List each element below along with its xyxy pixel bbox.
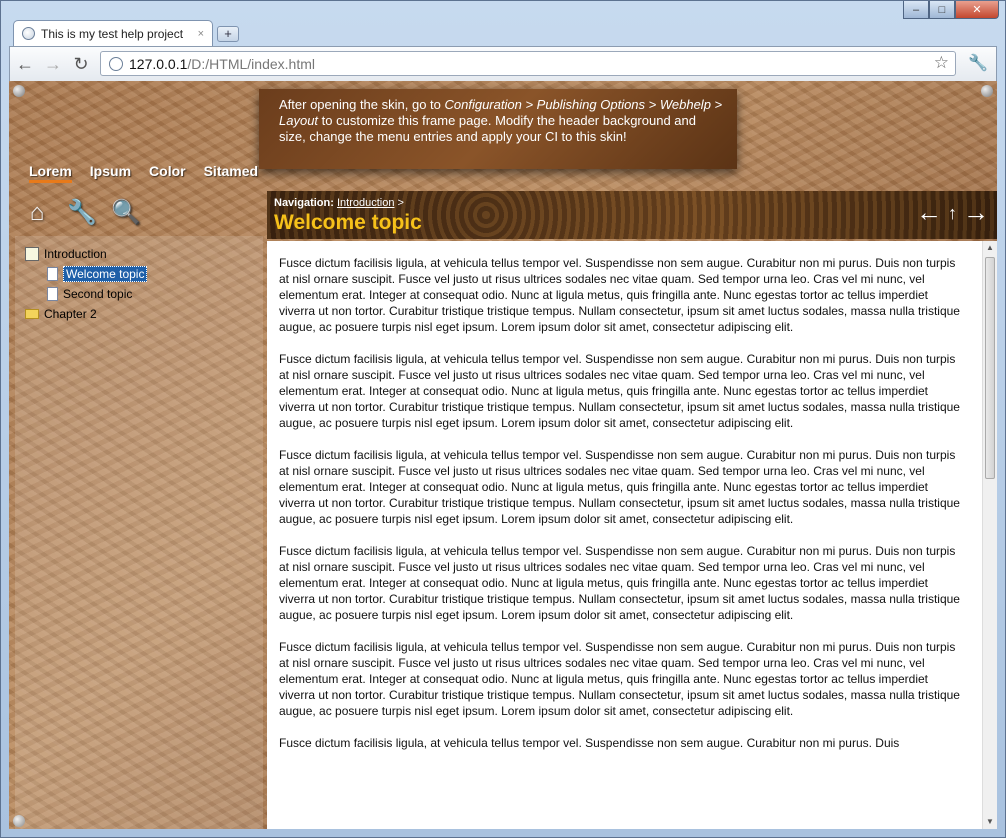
browser-toolbar: ← → ↻ 127.0.0.1/D:/HTML/index.html ☆ 🔧 [9,46,997,82]
menu-item-lorem[interactable]: Lorem [29,163,72,183]
page-icon [47,267,58,281]
breadcrumb-label: Navigation: [274,197,334,209]
tab-title: This is my test help project [41,26,184,41]
paragraph: Fusce dictum facilisis ligula, at vehicu… [279,448,960,526]
toc-item-welcome-topic[interactable]: Welcome topic [25,264,148,284]
next-arrow-icon[interactable]: → [963,199,989,227]
breadcrumb: Navigation: Introduction > [274,197,404,209]
menu-item-sitamed[interactable]: Sitamed [204,163,258,183]
content-scrollbar[interactable]: ▲ ▼ [982,241,997,829]
toc-tree: Introduction Welcome topic Second topic … [25,244,148,324]
page-title: Welcome topic [274,211,422,234]
minimize-button[interactable]: – [903,1,929,19]
page-icon [47,287,58,301]
previous-arrow-icon[interactable]: ← [916,199,942,227]
toc-item-chapter-2[interactable]: Chapter 2 [25,304,147,324]
toc-label: Welcome topic [63,266,148,282]
close-tab-icon[interactable]: × [198,28,204,40]
window-controls: – □ ✕ [903,1,999,19]
maximize-button[interactable]: □ [929,1,955,19]
home-icon[interactable]: ⌂ [23,199,51,227]
url-host: 127.0.0.1 [129,55,188,72]
topic-navigation: ← ↑ → [916,199,989,227]
close-window-button[interactable]: ✕ [955,1,999,19]
search-icon[interactable]: 🔍 [111,199,141,227]
paragraph: Fusce dictum facilisis ligula, at vehicu… [279,640,960,718]
globe-icon [22,27,35,40]
topic-body: Fusce dictum facilisis ligula, at vehicu… [279,255,967,767]
breadcrumb-separator: > [397,197,404,209]
globe-icon [109,56,123,71]
back-button[interactable]: ← [14,53,36,75]
scroll-up-arrow-icon[interactable]: ▲ [983,241,997,255]
paragraph: Fusce dictum facilisis ligula, at vehicu… [279,352,960,430]
wrench-icon[interactable]: 🔧 [968,53,988,73]
scroll-down-arrow-icon[interactable]: ▼ [983,815,997,829]
paragraph: Fusce dictum facilisis ligula, at vehicu… [279,736,900,750]
header-note: After opening the skin, go to Configurat… [259,89,737,169]
reload-button[interactable]: ↻ [70,53,92,75]
toc-label: Introduction [44,247,107,261]
toc-item-introduction[interactable]: Introduction [25,244,147,264]
open-book-icon [25,247,39,261]
toc-toolbar: ⌂ 🔧 🔍 [23,199,141,227]
paragraph: Fusce dictum facilisis ligula, at vehicu… [279,256,960,334]
new-tab-button[interactable]: + [217,26,239,42]
paragraph: Fusce dictum facilisis ligula, at vehicu… [279,544,960,622]
topic-content: Fusce dictum facilisis ligula, at vehicu… [267,241,997,829]
scroll-thumb[interactable] [985,257,995,479]
address-bar[interactable]: 127.0.0.1/D:/HTML/index.html ☆ [100,51,956,76]
page-viewport: After opening the skin, go to Configurat… [9,81,997,829]
rivet-icon [13,85,25,97]
menu-item-ipsum[interactable]: Ipsum [90,163,131,183]
rivet-icon [981,85,993,97]
menu-item-color[interactable]: Color [149,163,186,183]
browser-window: – □ ✕ This is my test help project × + ←… [0,0,1006,838]
folder-icon [25,309,39,319]
toc-item-second-topic[interactable]: Second topic [25,284,147,304]
note-suffix: to customize this frame page. Modify the… [279,113,696,144]
url-path: /D:/HTML/index.html [187,55,315,72]
note-prefix: After opening the skin, go to [279,97,445,112]
up-arrow-icon[interactable]: ↑ [948,199,957,227]
breadcrumb-link-introduction[interactable]: Introduction [337,197,394,209]
bookmark-star-icon[interactable]: ☆ [934,53,949,73]
forward-button[interactable]: → [42,53,64,75]
top-menu: Lorem Ipsum Color Sitamed [29,163,258,183]
toc-label: Chapter 2 [44,307,97,321]
wrench-icon[interactable]: 🔧 [67,199,97,227]
toc-panel: Introduction Welcome topic Second topic … [15,236,263,829]
browser-tab[interactable]: This is my test help project × [13,20,213,46]
toc-label: Second topic [63,287,133,301]
topic-header: Navigation: Introduction > Welcome topic… [267,191,997,239]
